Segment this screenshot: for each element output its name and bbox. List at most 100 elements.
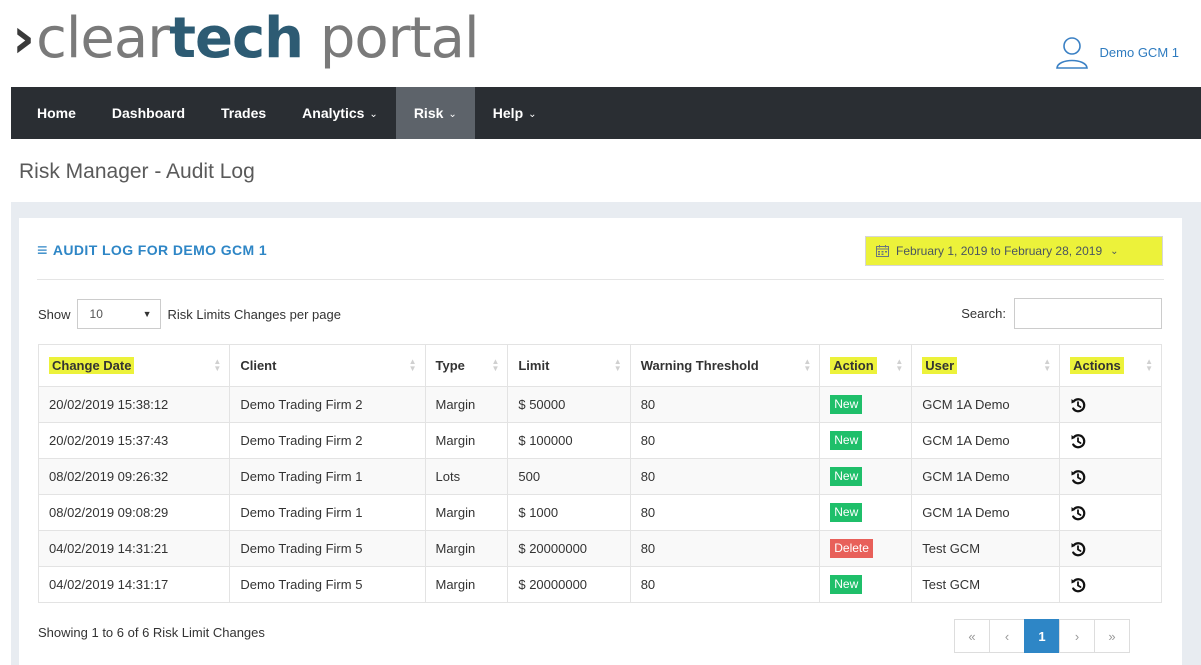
- nav-item-home[interactable]: Home: [11, 87, 94, 139]
- column-header-user[interactable]: User ▲ ▼: [911, 344, 1061, 387]
- sort-icon: ▲ ▼: [213, 357, 222, 373]
- undo-history-icon[interactable]: [1070, 577, 1086, 593]
- nav-item-trades[interactable]: Trades: [203, 87, 284, 139]
- calendar-icon: [876, 245, 889, 257]
- table-row: 20/02/2019 15:38:12 Demo Trading Firm 2 Ma…: [37, 386, 1162, 423]
- cell-action: New: [819, 458, 913, 495]
- table-row: 04/02/2019 14:31:17 Demo Trading Firm 5 Ma…: [37, 566, 1162, 603]
- column-header-label: Actions: [1070, 357, 1124, 374]
- cell-type: Margin: [424, 566, 509, 603]
- column-header-change-date[interactable]: Change Date ▲ ▼: [37, 344, 231, 387]
- cell-date: 08/02/2019 09:08:29: [37, 494, 231, 531]
- first-page-button[interactable]: «: [954, 619, 990, 653]
- table-row: 08/02/2019 09:08:29 Demo Trading Firm 1 Ma…: [37, 494, 1162, 531]
- page-size-select[interactable]: 10 ▼: [76, 299, 161, 329]
- action-badge: New: [830, 467, 863, 486]
- action-badge: New: [830, 575, 863, 594]
- column-header-action[interactable]: Action ▲ ▼: [819, 344, 913, 387]
- cell-actions: [1059, 494, 1162, 531]
- sort-icon: ▲ ▼: [408, 357, 417, 373]
- cell-user: GCM 1A Demo: [911, 422, 1061, 459]
- nav-item-risk[interactable]: Risk ⌄: [395, 87, 475, 139]
- cell-actions: [1059, 530, 1162, 567]
- cell-threshold: 80: [629, 566, 821, 603]
- cell-user: GCM 1A Demo: [911, 458, 1061, 495]
- show-label: Show: [38, 306, 71, 322]
- nav-item-label: Trades: [221, 105, 267, 121]
- cell-client: Demo Trading Firm 5: [229, 530, 426, 567]
- column-header-type[interactable]: Type ▲ ▼: [424, 344, 509, 387]
- cell-limit: $ 1000: [507, 494, 631, 531]
- logo[interactable]: ›cleartech portal: [12, 4, 480, 74]
- undo-history-icon[interactable]: [1070, 433, 1086, 449]
- cell-user: GCM 1A Demo: [911, 386, 1061, 423]
- dropdown-arrow-icon: ▼: [142, 309, 152, 319]
- undo-history-icon[interactable]: [1070, 541, 1086, 557]
- column-header-label: Limit: [518, 358, 550, 373]
- column-header-client[interactable]: Client ▲ ▼: [229, 344, 426, 387]
- cell-action: New: [819, 386, 913, 423]
- nav-item-analytics[interactable]: Analytics ⌄: [284, 87, 396, 139]
- cell-client: Demo Trading Firm 2: [229, 422, 426, 459]
- cell-limit: $ 20000000: [507, 566, 631, 603]
- cell-user: GCM 1A Demo: [911, 494, 1061, 531]
- logo-text-portal: portal: [303, 6, 480, 71]
- cell-actions: [1059, 566, 1162, 603]
- cell-type: Lots: [424, 458, 509, 495]
- search-label: Search:: [961, 306, 1006, 321]
- table-row: 20/02/2019 15:37:43 Demo Trading Firm 2 Ma…: [37, 422, 1162, 459]
- table-row: 04/02/2019 14:31:21 Demo Trading Firm 5 Ma…: [37, 530, 1162, 567]
- main-navbar: Home Dashboard Trades Analytics ⌄ Risk ⌄ Help ⌄: [11, 87, 1201, 139]
- nav-item-help[interactable]: Help ⌄: [475, 87, 555, 139]
- prev-page-button[interactable]: ‹: [989, 619, 1025, 653]
- pagination: «‹ 1 ›»: [954, 619, 1130, 653]
- next-page-button[interactable]: ›: [1059, 619, 1095, 653]
- cell-actions: [1059, 458, 1162, 495]
- cell-actions: [1059, 386, 1162, 423]
- user-name-link[interactable]: Demo GCM 1: [1100, 45, 1179, 60]
- date-range-text: February 1, 2019 to February 28, 2019: [896, 244, 1103, 258]
- cell-type: Margin: [424, 386, 509, 423]
- column-header-label: Action: [830, 357, 877, 374]
- sort-icon: ▲ ▼: [1043, 357, 1052, 373]
- last-page-button[interactable]: »: [1094, 619, 1130, 653]
- chevron-down-icon: ⌄: [448, 108, 457, 120]
- cell-threshold: 80: [629, 386, 821, 423]
- date-range-picker[interactable]: February 1, 2019 to February 28, 2019 ⌄: [865, 236, 1163, 266]
- nav-item-dashboard[interactable]: Dashboard: [94, 87, 203, 139]
- user-menu[interactable]: Demo GCM 1: [1054, 34, 1179, 70]
- cell-action: New: [819, 566, 913, 603]
- heading-divider: [37, 279, 1164, 280]
- nav-item-label: Home: [37, 105, 76, 121]
- cell-date: 20/02/2019 15:38:12: [37, 386, 231, 423]
- nav-item-label: Dashboard: [111, 105, 186, 121]
- nav-item-label: Analytics: [302, 105, 365, 121]
- search-input[interactable]: [1014, 298, 1162, 329]
- cell-date: 20/02/2019 15:37:43: [37, 422, 231, 459]
- table-body: 20/02/2019 15:38:12 Demo Trading Firm 2 Ma…: [37, 386, 1162, 603]
- nav-item-label: Risk: [413, 105, 444, 121]
- page-1-button[interactable]: 1: [1024, 619, 1060, 653]
- search-control: Search:: [961, 298, 1162, 329]
- cell-user: Test GCM: [911, 566, 1061, 603]
- column-header-label: Client: [240, 358, 277, 373]
- column-header-warning-threshold[interactable]: Warning Threshold ▲ ▼: [629, 344, 821, 387]
- cell-threshold: 80: [629, 422, 821, 459]
- undo-history-icon[interactable]: [1070, 469, 1086, 485]
- cell-action: Delete: [819, 530, 913, 567]
- column-header-label: User: [922, 357, 958, 374]
- column-header-limit[interactable]: Limit ▲ ▼: [507, 344, 631, 387]
- cell-type: Margin: [424, 422, 509, 459]
- table-row: 08/02/2019 09:26:32 Demo Trading Firm 1 Lo…: [37, 458, 1162, 495]
- header: ›cleartech portal Demo GCM 1: [0, 0, 1201, 87]
- cell-threshold: 80: [629, 494, 821, 531]
- user-outline-icon[interactable]: [1054, 34, 1090, 70]
- table-info: Showing 1 to 6 of 6 Risk Limit Changes: [38, 625, 265, 640]
- sort-icon: ▲ ▼: [1145, 357, 1153, 373]
- column-header-label: Warning Threshold: [640, 358, 759, 373]
- cell-type: Margin: [424, 494, 509, 531]
- undo-history-icon[interactable]: [1070, 397, 1086, 413]
- column-header-actions[interactable]: Actions ▲ ▼: [1059, 344, 1162, 387]
- table-header-row: Change Date ▲ ▼ Client ▲ ▼ Type ▲ ▼ Limit ▲ ▼ Warnin…: [37, 344, 1162, 387]
- undo-history-icon[interactable]: [1070, 505, 1086, 521]
